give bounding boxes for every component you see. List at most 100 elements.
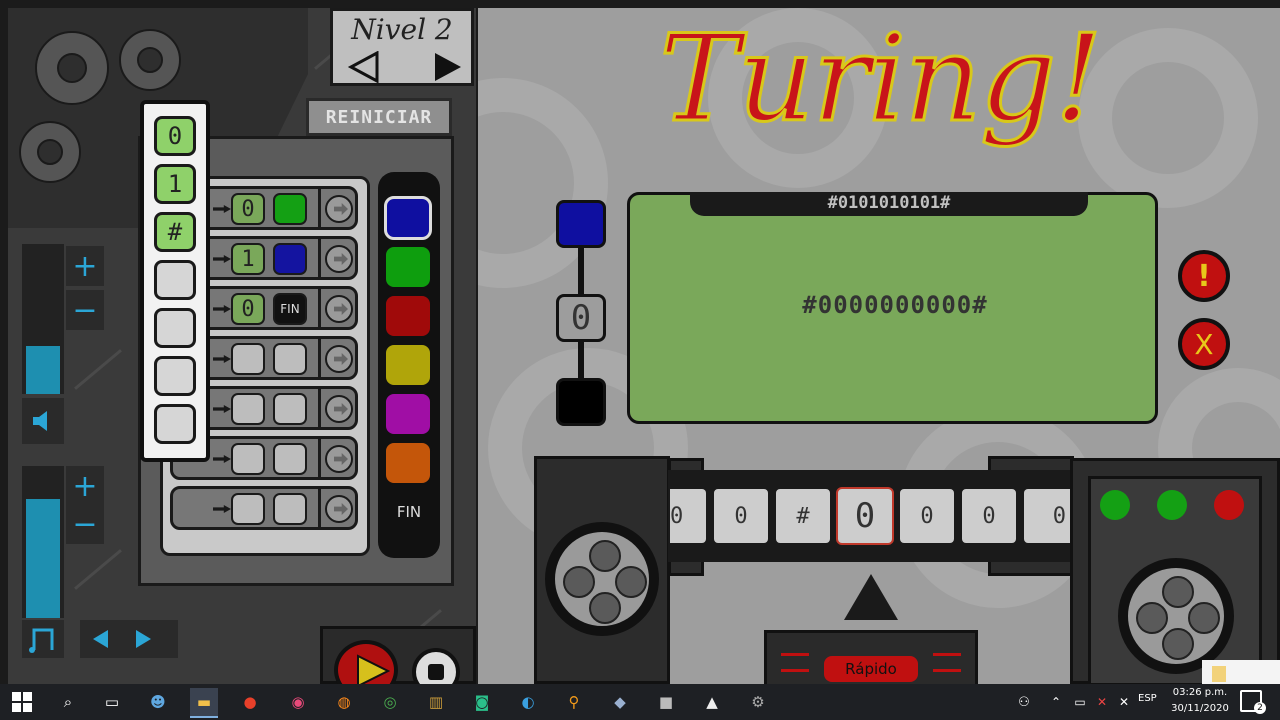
state-next-indicator (556, 378, 606, 426)
godot-app-icon[interactable]: ☻ (144, 688, 172, 716)
volume-muted-icon[interactable]: ✕ (1110, 688, 1138, 716)
tape-cell: 0 (960, 487, 1018, 545)
symbol-option[interactable]: 0 (154, 116, 196, 156)
arrow-right-icon (213, 455, 231, 463)
palette-fin-button[interactable]: FIN (386, 492, 432, 532)
rule-arrow-button[interactable] (325, 295, 353, 323)
reset-button[interactable]: REINICIAR (306, 98, 452, 136)
rule-next-state[interactable] (273, 193, 307, 225)
firefox-icon[interactable]: ◍ (330, 688, 358, 716)
tape-cell: 0 (712, 487, 770, 545)
rule-next-state[interactable] (273, 343, 307, 375)
rule-write-symbol[interactable]: 0 (231, 193, 265, 225)
app-p-icon[interactable]: ● (236, 688, 264, 716)
speed-button[interactable]: Rápido (824, 656, 918, 682)
paint-app-icon[interactable]: ◉ (284, 688, 312, 716)
tape-cell: 0 (898, 487, 956, 545)
rule-divider (318, 489, 321, 527)
volume-minus-button[interactable]: − (66, 290, 104, 330)
music-track[interactable] (22, 466, 64, 618)
next-level-icon[interactable] (431, 51, 465, 83)
rule-arrow-button[interactable] (325, 245, 353, 273)
globe-app-icon[interactable]: ◐ (514, 688, 542, 716)
palette-color-swatch[interactable] (384, 245, 432, 289)
rule-divider (318, 389, 321, 427)
arrow-right-icon (334, 503, 348, 515)
symbol-option[interactable] (154, 404, 196, 444)
previous-level-icon[interactable] (347, 51, 381, 83)
rule-next-state[interactable]: FIN (273, 293, 307, 325)
media-app-icon[interactable]: ■ (652, 688, 680, 716)
symbol-option[interactable]: # (154, 212, 196, 252)
speaker-icon[interactable] (22, 398, 64, 444)
volume-track[interactable] (22, 244, 64, 394)
symbol-option[interactable] (154, 308, 196, 348)
level-selector: Nivel 2 (330, 8, 474, 86)
rule-arrow-button[interactable] (325, 195, 353, 223)
palette-color-swatch[interactable] (384, 294, 432, 338)
palette-color-swatch[interactable] (384, 196, 432, 240)
magnifier-app-icon[interactable]: ⚲ (560, 688, 588, 716)
rule-row (170, 486, 358, 530)
palette-color-swatch[interactable] (384, 392, 432, 436)
rule-write-symbol[interactable] (231, 443, 265, 475)
tape-cell: 0 (1022, 487, 1070, 545)
music-minus-button[interactable]: − (66, 504, 104, 544)
status-light (1100, 490, 1130, 520)
arrow-right-icon (334, 253, 348, 265)
rule-next-state[interactable] (273, 243, 307, 275)
search-icon[interactable]: ⌕ (54, 688, 82, 716)
palette-color-swatch[interactable] (384, 441, 432, 485)
inkscape-icon[interactable]: ◆ (606, 688, 634, 716)
rule-next-state[interactable] (273, 443, 307, 475)
tape-cell: # (774, 487, 832, 545)
game-title: Turing! (658, 9, 1104, 151)
rule-arrow-button[interactable] (325, 395, 353, 423)
arrow-right-icon (213, 405, 231, 413)
rule-arrow-button[interactable] (325, 345, 353, 373)
arrow-right-icon (213, 305, 231, 313)
symbol-option[interactable] (154, 260, 196, 300)
notification-center-icon[interactable]: 2 (1240, 690, 1266, 714)
rule-next-state[interactable] (273, 493, 307, 525)
palette-color-swatch[interactable] (384, 343, 432, 387)
rule-write-symbol[interactable] (231, 493, 265, 525)
rule-write-symbol[interactable]: 1 (231, 243, 265, 275)
volume-plus-button[interactable]: + (66, 246, 104, 286)
music-note-icon[interactable] (22, 620, 64, 658)
headphones-app-icon[interactable]: ◙ (468, 688, 496, 716)
rule-write-symbol[interactable] (231, 343, 265, 375)
file-explorer-icon[interactable]: ▬ (190, 688, 218, 718)
language-indicator[interactable]: ESP (1138, 693, 1157, 704)
rule-next-state[interactable] (273, 393, 307, 425)
library-app-icon[interactable]: ▥ (422, 688, 450, 716)
arrow-right-icon (334, 353, 348, 365)
settings-gear-icon[interactable]: ⚙ (744, 688, 772, 716)
windows-start-icon[interactable] (12, 692, 32, 712)
alert-button[interactable]: ! (1178, 250, 1230, 302)
status-light (1214, 490, 1244, 520)
people-icon[interactable]: ⚇ (1010, 688, 1038, 716)
rule-write-symbol[interactable]: 0 (231, 293, 265, 325)
next-track-icon[interactable] (132, 628, 154, 650)
rule-arrow-button[interactable] (325, 445, 353, 473)
chrome-icon[interactable]: ◎ (376, 688, 404, 716)
photos-icon[interactable]: ▲ (698, 688, 726, 716)
target-bar: #0101010101# (690, 192, 1088, 216)
symbol-option[interactable] (154, 356, 196, 396)
state-symbol: 0 (556, 294, 606, 342)
rule-write-symbol[interactable] (231, 393, 265, 425)
music-plus-button[interactable]: + (66, 466, 104, 506)
previous-track-icon[interactable] (90, 628, 112, 650)
close-button[interactable]: X (1178, 318, 1230, 370)
arrow-right-icon (334, 303, 348, 315)
clock-time[interactable]: 03:26 p.m. (1166, 687, 1234, 698)
arrow-right-icon (213, 255, 231, 263)
stop-icon (428, 664, 444, 680)
task-view-icon[interactable]: ▭ (98, 688, 126, 716)
symbol-option[interactable]: 1 (154, 164, 196, 204)
rule-arrow-button[interactable] (325, 495, 353, 523)
clock-date[interactable]: 30/11/2020 (1166, 703, 1234, 714)
arrow-right-icon (213, 355, 231, 363)
rule-divider (318, 239, 321, 277)
